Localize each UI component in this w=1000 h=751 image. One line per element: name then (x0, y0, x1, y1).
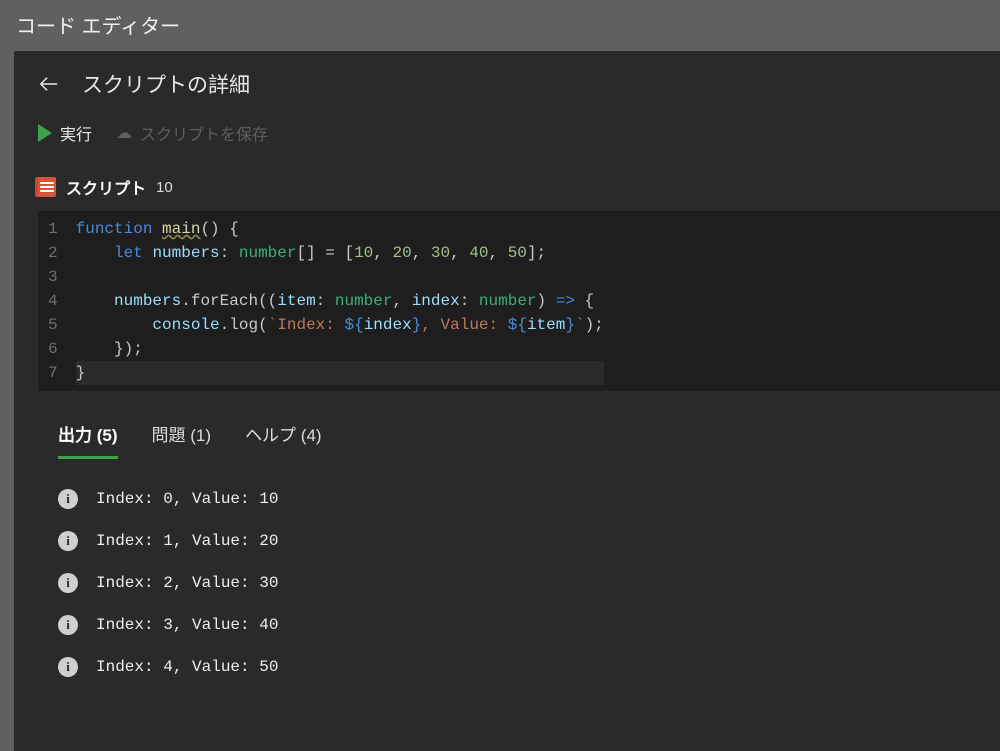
code-content[interactable]: function main() { let numbers: number[] … (76, 217, 604, 385)
back-arrow-icon[interactable] (38, 73, 60, 95)
details-header: スクリプトの詳細 (38, 69, 1000, 99)
notebook-icon (38, 177, 56, 197)
output-row: i Index: 2, Value: 30 (58, 573, 1000, 593)
play-icon (38, 124, 52, 142)
output-text: Index: 0, Value: 10 (96, 490, 278, 508)
output-row: i Index: 3, Value: 40 (58, 615, 1000, 635)
info-icon: i (58, 657, 78, 677)
script-header: スクリプト 10 (38, 175, 1000, 199)
output-row: i Index: 0, Value: 10 (58, 489, 1000, 509)
output-text: Index: 3, Value: 40 (96, 616, 278, 634)
tab-output[interactable]: 出力 (5) (58, 421, 118, 459)
bottom-tabs: 出力 (5) 問題 (1) ヘルプ (4) (38, 391, 1000, 459)
output-text: Index: 1, Value: 20 (96, 532, 278, 550)
output-row: i Index: 1, Value: 20 (58, 531, 1000, 551)
output-text: Index: 4, Value: 50 (96, 658, 278, 676)
run-button[interactable]: 実行 (38, 121, 92, 145)
output-row: i Index: 4, Value: 50 (58, 657, 1000, 677)
script-label: スクリプト (66, 175, 146, 199)
tab-help[interactable]: ヘルプ (4) (245, 421, 322, 459)
details-title: スクリプトの詳細 (82, 69, 250, 99)
tab-problems[interactable]: 問題 (1) (152, 421, 212, 459)
info-icon: i (58, 573, 78, 593)
run-label: 実行 (60, 121, 92, 145)
page-title: コード エディター (0, 0, 1000, 51)
save-label: スクリプトを保存 (140, 121, 268, 145)
script-number: 10 (156, 179, 173, 196)
output-panel: i Index: 0, Value: 10 i Index: 1, Value: 2… (38, 459, 1000, 677)
output-text: Index: 2, Value: 30 (96, 574, 278, 592)
cloud-icon: ☁ (116, 123, 132, 143)
info-icon: i (58, 615, 78, 635)
info-icon: i (58, 489, 78, 509)
editor-panel: スクリプトの詳細 実行 ☁ スクリプトを保存 スクリプト 10 1234567 … (14, 51, 1000, 751)
info-icon: i (58, 531, 78, 551)
line-gutter: 1234567 (38, 217, 76, 385)
action-bar: 実行 ☁ スクリプトを保存 (38, 121, 1000, 145)
save-script-button: ☁ スクリプトを保存 (116, 121, 268, 145)
code-editor[interactable]: 1234567 function main() { let numbers: n… (38, 211, 1000, 391)
